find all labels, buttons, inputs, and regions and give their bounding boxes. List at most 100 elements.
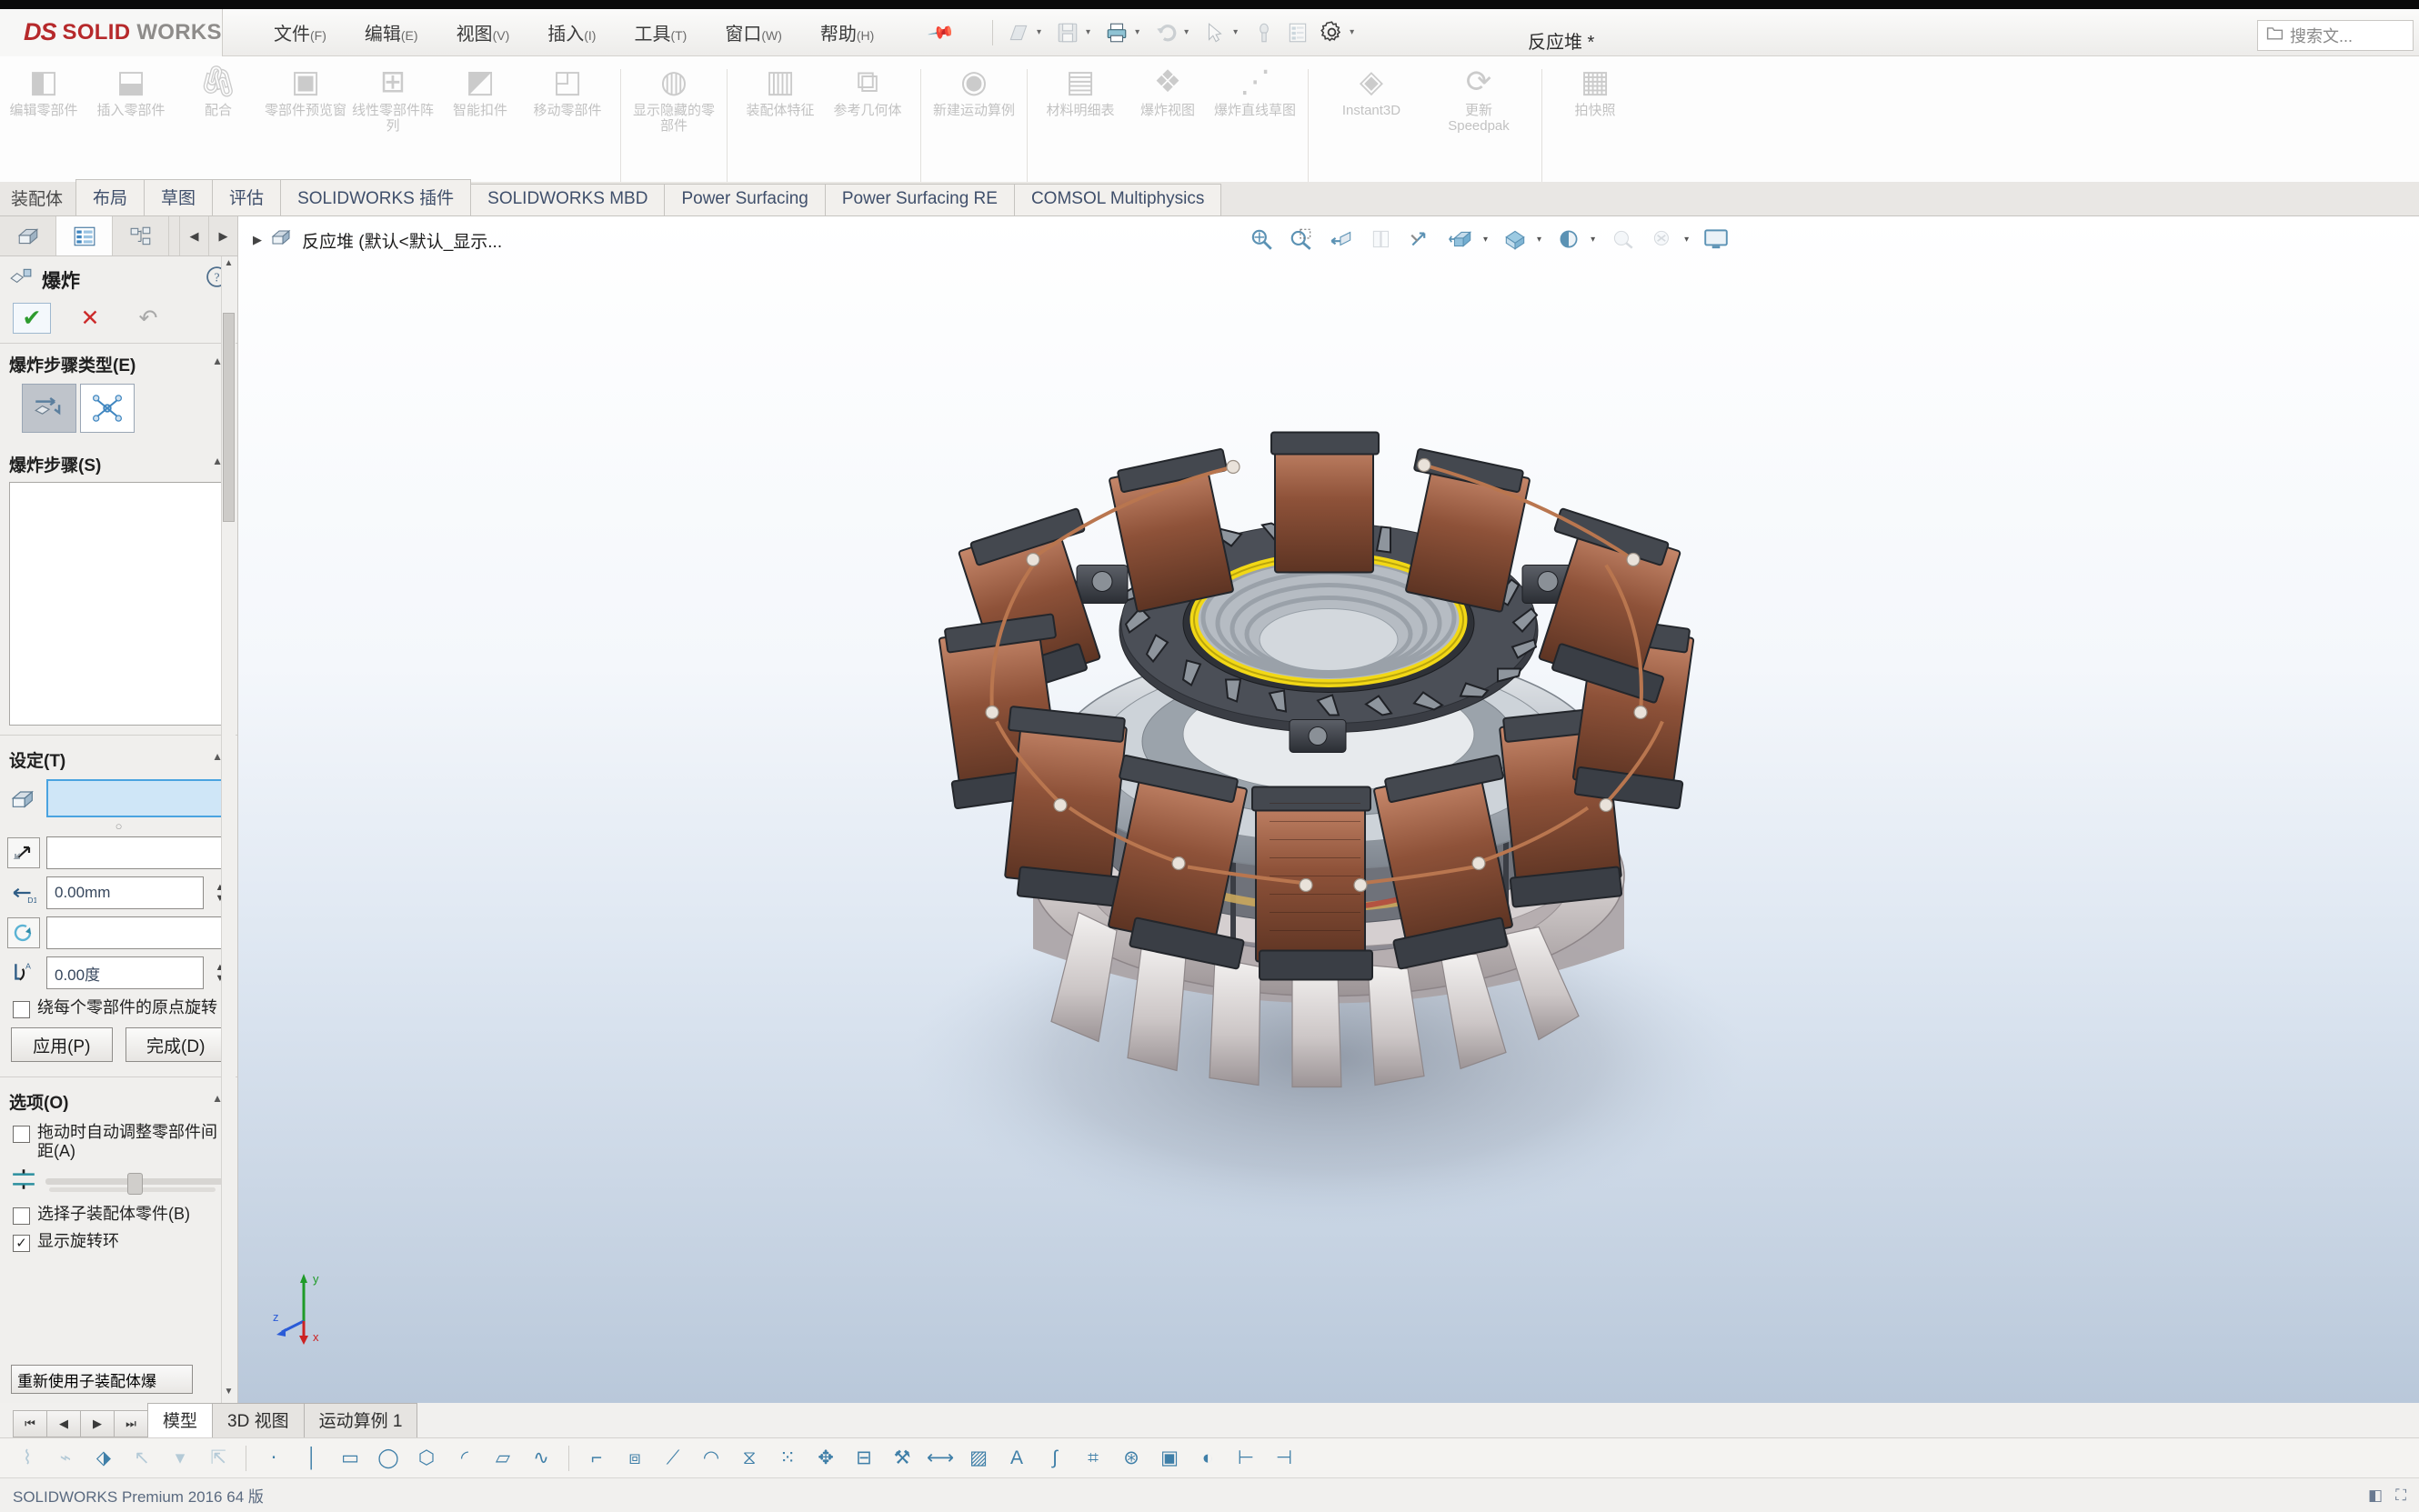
convert-entities-icon[interactable]: ⟋	[655, 1440, 691, 1477]
menu-edit[interactable]: 编辑(E)	[359, 15, 424, 49]
intersection-curve-icon[interactable]: ⌗	[1075, 1440, 1111, 1477]
menu-tools[interactable]: 工具(T)	[628, 15, 692, 49]
smart-dimension-icon[interactable]: ⟷	[922, 1440, 959, 1477]
new-document-icon[interactable]	[1003, 17, 1034, 48]
rotate-about-origin-row[interactable]: 绕每个零部件的原点旋转	[0, 993, 237, 1020]
ribbon-mate[interactable]: 🖇 配合	[175, 64, 262, 118]
direction-icon[interactable]	[7, 837, 40, 868]
print-caret-icon[interactable]: ▾	[1135, 27, 1139, 37]
ribbon-update-speedpak[interactable]: ⟳ 更新 Speedpak	[1425, 64, 1532, 134]
select-other-icon[interactable]: ⇱	[200, 1440, 236, 1477]
tab-assembly-label[interactable]: 装配体	[0, 185, 75, 215]
spacing-slider-knob[interactable]	[126, 1173, 143, 1195]
ribbon-bom[interactable]: ▤ 材料明细表	[1037, 64, 1124, 118]
menu-help[interactable]: 帮助(H)	[815, 15, 879, 49]
ribbon-component-preview[interactable]: ▣ 零部件预览窗	[262, 64, 349, 118]
distance-input[interactable]: 0.00mm	[46, 876, 204, 909]
filter-off-icon[interactable]: ⌇	[9, 1440, 45, 1477]
ribbon-linear-pattern[interactable]: ⊞ 线性零部件阵列	[349, 64, 437, 134]
arc-tool-icon[interactable]: ◜	[447, 1440, 483, 1477]
block-tool-icon[interactable]: ▣	[1151, 1440, 1188, 1477]
direction-input[interactable]	[46, 836, 230, 869]
rectangle-tool-icon[interactable]: ▭	[332, 1440, 368, 1477]
ribbon-smart-fastener[interactable]: ◩ 智能扣件	[437, 64, 524, 118]
hide-show-items-icon[interactable]	[1497, 222, 1533, 256]
ribbon-edit-component[interactable]: ◧ 编辑零部件	[0, 64, 87, 118]
menu-view[interactable]: 视图(V)	[451, 15, 516, 49]
parabola-tool-icon[interactable]: ◐	[1189, 1440, 1226, 1477]
angle-input[interactable]: 0.00度	[46, 956, 204, 989]
tab-power-surfacing[interactable]: Power Surfacing	[664, 184, 826, 215]
fillet-tool-icon[interactable]: ◠	[693, 1440, 729, 1477]
scroll-down-icon[interactable]: ▼	[223, 1387, 235, 1401]
regular-step-icon[interactable]	[22, 384, 76, 433]
done-button[interactable]: 完成(D)	[125, 1027, 226, 1062]
pm-nav-next-button[interactable]: ▶	[208, 216, 237, 255]
mirror-tool-icon[interactable]: ⧖	[731, 1440, 768, 1477]
pin-icon[interactable]: 📌	[927, 17, 957, 47]
weld-bead-icon[interactable]: ⊢	[1228, 1440, 1264, 1477]
move-entities-icon[interactable]: ✥	[808, 1440, 844, 1477]
ribbon-move-component[interactable]: ◰ 移动零部件	[524, 64, 611, 118]
resize-handle-icon[interactable]: ○	[0, 819, 237, 833]
tab-solidworks-addins[interactable]: SOLIDWORKS 插件	[280, 179, 472, 215]
tab-sketch[interactable]: 草图	[144, 179, 214, 215]
new-document-caret-icon[interactable]: ▾	[1037, 27, 1041, 37]
rotation-axis-input[interactable]	[46, 916, 230, 949]
select-caret-icon[interactable]: ▾	[1233, 27, 1238, 37]
nav-prev-button[interactable]: ◀	[46, 1410, 81, 1437]
reactor-assembly-model[interactable]	[760, 330, 1897, 1289]
ribbon-insert-component[interactable]: ⬓ 插入零部件	[87, 64, 175, 118]
end-chain-icon[interactable]: ⊣	[1266, 1440, 1302, 1477]
ribbon-assembly-feature[interactable]: ▥ 装配体特征	[737, 64, 824, 118]
view-settings-icon[interactable]	[1644, 222, 1681, 256]
display-style-caret-icon[interactable]: ▾	[1483, 235, 1488, 245]
tab-solidworks-mbd[interactable]: SOLIDWORKS MBD	[470, 184, 666, 215]
appearance-caret-icon[interactable]: ▾	[1591, 235, 1595, 245]
zoom-to-area-icon[interactable]	[1283, 222, 1320, 256]
scroll-up-icon[interactable]: ▲	[223, 258, 235, 273]
auto-space-row[interactable]: 拖动时自动调整零部件间距(A)	[0, 1117, 237, 1163]
feature-tree-root[interactable]: ▶ 反应堆 (默认<默认_显示...	[253, 227, 502, 253]
line-tool-icon[interactable]: │	[294, 1440, 330, 1477]
options-caret-icon[interactable]: ▾	[1350, 27, 1354, 37]
undo-caret-icon[interactable]: ▾	[1184, 27, 1189, 37]
ribbon-reference-geometry[interactable]: ⧉ 参考几何体	[824, 64, 911, 118]
trim-tool-icon[interactable]: ⌐	[578, 1440, 615, 1477]
repair-sketch-icon[interactable]: ⚒	[884, 1440, 920, 1477]
property-manager-icon[interactable]	[56, 216, 113, 255]
display-delete-relations-icon[interactable]: ⊟	[846, 1440, 882, 1477]
filter-faces-icon[interactable]: ⌁	[47, 1440, 84, 1477]
rotation-axis-icon[interactable]	[7, 917, 40, 948]
rotate-about-origin-checkbox[interactable]	[13, 1001, 30, 1018]
confirm-button[interactable]: ✔	[13, 303, 51, 334]
viewport-layout-icon[interactable]	[1698, 222, 1734, 256]
ribbon-show-hidden[interactable]: ◍ 显示隐藏的零部件	[630, 64, 718, 134]
rebuild-icon[interactable]	[1249, 17, 1280, 48]
display-style-icon[interactable]	[1443, 222, 1480, 256]
menu-window[interactable]: 窗口(W)	[719, 15, 788, 49]
tab-power-surfacing-re[interactable]: Power Surfacing RE	[824, 184, 1015, 215]
apply-button[interactable]: 应用(P)	[11, 1027, 113, 1062]
section-view-icon[interactable]	[1363, 222, 1400, 256]
offset-tool-icon[interactable]: ⧈	[617, 1440, 653, 1477]
previous-view-icon[interactable]	[1323, 222, 1360, 256]
tab-comsol-multiphysics[interactable]: COMSOL Multiphysics	[1013, 184, 1222, 215]
auto-space-checkbox[interactable]	[13, 1126, 30, 1143]
text-tool-icon[interactable]: A	[999, 1440, 1035, 1477]
explode-steps-list[interactable]	[9, 482, 228, 726]
equation-driven-curve-icon[interactable]: ∫	[1037, 1440, 1073, 1477]
tab-layout[interactable]: 布局	[75, 179, 146, 215]
configuration-manager-icon[interactable]	[113, 216, 169, 255]
spacing-slider[interactable]	[45, 1172, 226, 1195]
reuse-subassembly-explode-button[interactable]: 重新使用子装配体爆	[11, 1365, 193, 1394]
nav-next-button[interactable]: ▶	[80, 1410, 115, 1437]
graphics-viewport[interactable]: ▶ 反应堆 (默认<默认_显示... ▾ ▾ ▾ ▾ y z x	[238, 216, 2419, 1403]
menu-file[interactable]: 文件(F)	[268, 15, 332, 49]
radial-step-icon[interactable]	[80, 384, 135, 433]
pm-nav-prev-button[interactable]: ◀	[179, 216, 208, 255]
bottom-tab-3d-views[interactable]: 3D 视图	[212, 1403, 305, 1437]
feature-tree-icon[interactable]	[0, 216, 56, 255]
point-tool-icon[interactable]: ⋅	[256, 1440, 292, 1477]
circle-tool-icon[interactable]: ◯	[370, 1440, 407, 1477]
